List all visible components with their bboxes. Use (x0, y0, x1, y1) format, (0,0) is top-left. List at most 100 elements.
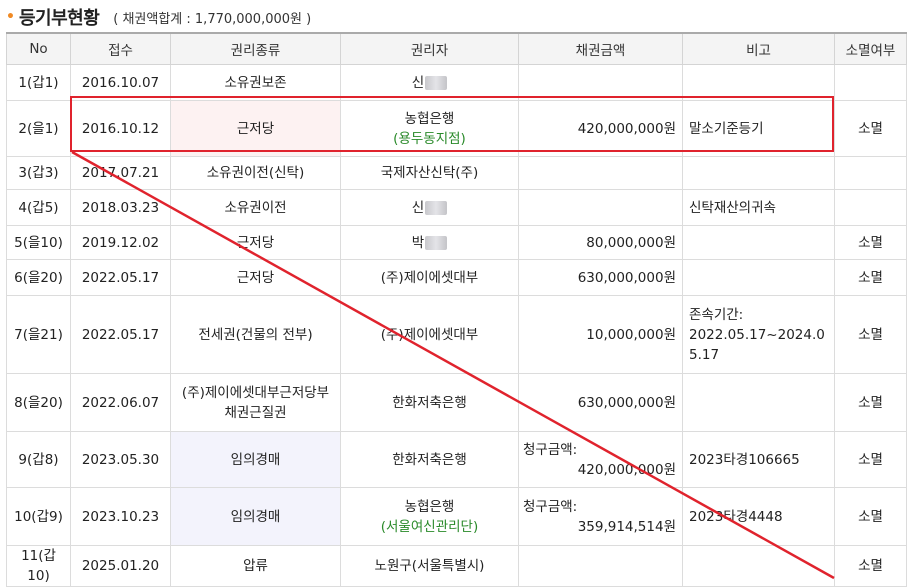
col-right-type-header: 권리종류 (170, 32, 341, 65)
table-row: 1(갑1) 2016.10.07 소유권보존 신 (6, 64, 907, 101)
claim-amount: 청구금액: 359,914,514원 (518, 487, 683, 546)
remark (682, 545, 835, 587)
extinction-status: 소멸 (834, 295, 907, 374)
right-holder: 국제자산신탁(주) (340, 156, 519, 190)
registry-table: No 접수 권리종류 권리자 채권금액 비고 소멸여부 1(갑1) 2016.10.07 소유권… (6, 32, 907, 587)
extinction-status: 소멸 (834, 545, 907, 587)
extinction-status (834, 64, 907, 101)
holder-name: 농협은행 (404, 110, 455, 127)
receipt-date: 2019.12.02 (70, 225, 171, 260)
table-header-row: No 접수 권리종류 권리자 채권금액 비고 소멸여부 (6, 32, 907, 65)
table-row: 11(갑10) 2025.01.20 압류 노원구(서울특별시) 소멸 (6, 545, 907, 587)
col-amount-header: 채권금액 (518, 32, 683, 65)
col-no-header: No (6, 32, 71, 65)
holder-name: (주)제이에셋대부 (380, 269, 479, 286)
right-holder: 신 (340, 64, 519, 101)
receipt-date: 2016.10.12 (70, 100, 171, 157)
right-type: (주)제이에셋대부근저당부 채권근질권 (170, 373, 341, 432)
right-holder: (주)제이에셋대부 (340, 259, 519, 296)
claim-amount-label: 청구금액: (523, 441, 578, 458)
row-number: 8(을20) (6, 373, 71, 432)
right-holder: 농협은행 (서울여신관리단) (340, 487, 519, 546)
table-row: 5(을10) 2019.12.02 근저당 박 80,000,000원 소멸 (6, 225, 907, 260)
right-holder: 신 (340, 189, 519, 226)
claim-amount: 청구금액: 420,000,000원 (518, 431, 683, 488)
section-header: • 등기부현황 ( 채권액합계 : 1,770,000,000원 ) (6, 4, 311, 30)
receipt-date: 2023.05.30 (70, 431, 171, 488)
remark (682, 373, 835, 432)
bullet-icon: • (6, 9, 15, 25)
claim-amount: 10,000,000원 (518, 295, 683, 374)
table-row: 8(을20) 2022.06.07 (주)제이에셋대부근저당부 채권근질권 한화저축은행… (6, 373, 907, 432)
table-row: 2(을1) 2016.10.12 근저당 농협은행 (용두동지점) 420,000,000… (6, 100, 907, 157)
row-number: 11(갑10) (6, 545, 71, 587)
right-holder: 한화저축은행 (340, 431, 519, 488)
table-row: 3(갑3) 2017.07.21 소유권이전(신탁) 국제자산신탁(주) (6, 156, 907, 190)
claim-amount: 420,000,000원 (518, 100, 683, 157)
right-type: 소유권이전 (170, 189, 341, 226)
row-number: 2(을1) (6, 100, 71, 157)
extinction-status (834, 189, 907, 226)
remark: 2023타경106665 (682, 431, 835, 488)
holder-name: 박 (411, 234, 425, 251)
receipt-date: 2018.03.23 (70, 189, 171, 226)
remark: 존속기간: 2022.05.17~2024.0 5.17 (682, 295, 835, 374)
receipt-date: 2023.10.23 (70, 487, 171, 546)
holder-name: 한화저축은행 (392, 451, 467, 468)
redacted-name-mask (425, 235, 448, 250)
right-type: 근저당 (170, 225, 341, 260)
claim-amount: 80,000,000원 (518, 225, 683, 260)
remark (682, 259, 835, 296)
remark: 말소기준등기 (682, 100, 835, 157)
row-number: 4(갑5) (6, 189, 71, 226)
holder-branch: (서울여신관리단) (380, 518, 479, 535)
row-number: 10(갑9) (6, 487, 71, 546)
claim-amount-label: 청구금액: (523, 498, 578, 515)
row-number: 3(갑3) (6, 156, 71, 190)
holder-name: 노원구(서울특별시) (374, 558, 485, 574)
table-body: 1(갑1) 2016.10.07 소유권보존 신 2(을1) 2016.10.12 근저당 농… (6, 64, 907, 587)
section-title: 등기부현황 (18, 8, 100, 29)
col-note-header: 비고 (682, 32, 835, 65)
right-holder: 노원구(서울특별시) (340, 545, 519, 587)
table-row: 6(을20) 2022.05.17 근저당 (주)제이에셋대부 630,000,000원… (6, 259, 907, 296)
extinction-status: 소멸 (834, 487, 907, 546)
row-number: 6(을20) (6, 259, 71, 296)
holder-name: 농협은행 (404, 498, 455, 515)
receipt-date: 2022.05.17 (70, 295, 171, 374)
extinction-status: 소멸 (834, 225, 907, 260)
right-holder: (주)제이에셋대부 (340, 295, 519, 374)
remark (682, 225, 835, 260)
extinction-status (834, 156, 907, 190)
redacted-name-mask (425, 75, 448, 90)
holder-branch: (용두동지점) (393, 130, 466, 147)
right-holder: 박 (340, 225, 519, 260)
table-row: 9(갑8) 2023.05.30 임의경매 한화저축은행 청구금액: 420,000,00… (6, 431, 907, 488)
claim-amount (518, 545, 683, 587)
remark: 2023타경4448 (682, 487, 835, 546)
right-holder: 한화저축은행 (340, 373, 519, 432)
claim-amount (518, 64, 683, 101)
receipt-date: 2022.05.17 (70, 259, 171, 296)
table-row: 4(갑5) 2018.03.23 소유권이전 신 신탁재산의귀속 (6, 189, 907, 226)
holder-name: 신 (411, 74, 425, 91)
claim-amount: 630,000,000원 (518, 259, 683, 296)
claim-amount: 630,000,000원 (518, 373, 683, 432)
holder-name: 국제자산신탁(주) (380, 165, 479, 181)
holder-name: (주)제이에셋대부 (380, 326, 479, 343)
col-date-header: 접수 (70, 32, 171, 65)
remark (682, 156, 835, 190)
extinction-status: 소멸 (834, 259, 907, 296)
holder-name: 한화저축은행 (392, 394, 467, 411)
claim-amount-value: 359,914,514원 (577, 518, 676, 535)
extinction-status: 소멸 (834, 373, 907, 432)
extinction-status: 소멸 (834, 431, 907, 488)
claim-amount-value: 420,000,000원 (577, 461, 676, 478)
right-type: 임의경매 (170, 431, 341, 488)
receipt-date: 2017.07.21 (70, 156, 171, 190)
row-number: 5(을10) (6, 225, 71, 260)
row-number: 7(을21) (6, 295, 71, 374)
row-number: 9(갑8) (6, 431, 71, 488)
remark (682, 64, 835, 101)
col-holder-header: 권리자 (340, 32, 519, 65)
